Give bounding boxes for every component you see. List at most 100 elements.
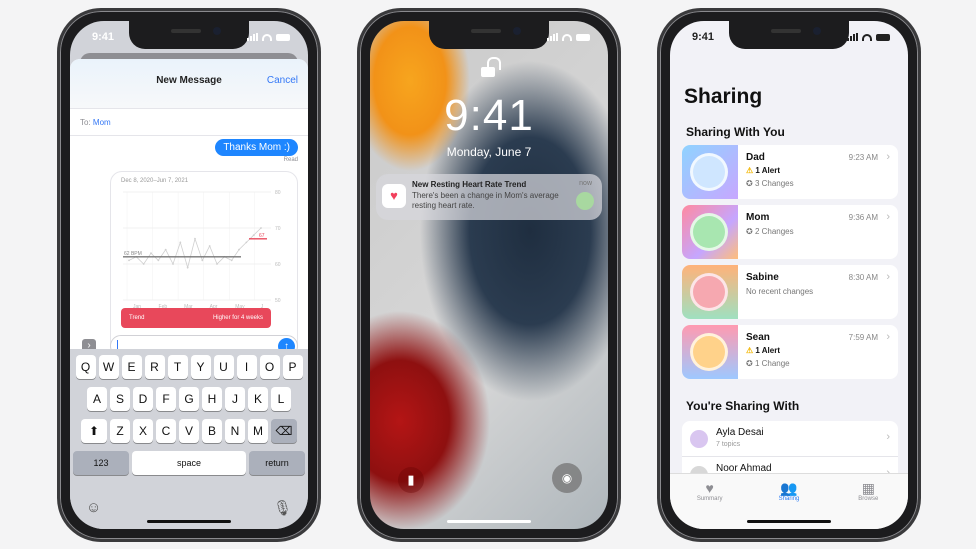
key-y[interactable]: Y	[190, 355, 211, 379]
phone-sharing: 9:41 Sharing Sharing With You Dad 9:23 A…	[657, 8, 921, 542]
space-key[interactable]: space	[132, 451, 246, 475]
microphone-icon[interactable]: 🎙	[273, 499, 292, 517]
person-row[interactable]: Dad 9:23 AM › ⚠ 1 Alert ✪ 3 Changes	[682, 145, 898, 199]
key-p[interactable]: P	[282, 355, 303, 379]
signal-icon	[247, 33, 258, 41]
data-point	[208, 245, 211, 247]
heart-rate-chart: 50607080Jan Feb Mar Apr May J62 BPM67	[123, 190, 281, 310]
key-w[interactable]: W	[98, 355, 119, 379]
key-i[interactable]: I	[236, 355, 257, 379]
status-time: 9:41	[92, 31, 115, 43]
flashlight-button[interactable]: ▮	[398, 467, 424, 493]
recipient[interactable]: Mom	[93, 118, 111, 127]
chevron-right-icon: ›	[886, 151, 890, 163]
key-g[interactable]: G	[179, 387, 199, 411]
data-point	[179, 241, 182, 244]
avatar	[576, 192, 594, 210]
data-point	[150, 252, 152, 255]
notification-time: now	[579, 180, 592, 187]
trend-label: Trend	[129, 315, 145, 321]
key-q[interactable]: Q	[75, 355, 96, 379]
person-name: Sabine	[746, 272, 779, 283]
key-h[interactable]: H	[202, 387, 222, 411]
status-icons	[847, 33, 890, 41]
changes-line: No recent changes	[746, 287, 814, 296]
person-row[interactable]: Sean 7:59 AM › ⚠ 1 Alert ✪ 1 Change	[682, 325, 898, 379]
key-u[interactable]: U	[213, 355, 234, 379]
alert-count: 1 Alert	[755, 346, 781, 355]
emoji-icon[interactable]: ☺	[86, 499, 101, 517]
signal-icon	[847, 33, 858, 41]
memoji-avatar	[690, 153, 728, 191]
key-b[interactable]: B	[202, 419, 222, 443]
delete-key[interactable]: ⌫	[271, 419, 297, 443]
chevron-right-icon: ›	[886, 211, 890, 223]
tab-summary[interactable]: ♥ Summary	[680, 480, 740, 529]
home-indicator	[147, 520, 231, 523]
return-key[interactable]: return	[249, 451, 305, 475]
person-row[interactable]: Sabine 8:30 AM › No recent changes	[682, 265, 898, 319]
tab-label: Summary	[696, 496, 723, 502]
notification-title: New Resting Heart Rate Trend	[412, 180, 527, 189]
to-field[interactable]: To: Mom	[70, 109, 308, 136]
unlocked-icon	[481, 57, 501, 77]
person-time: 9:23 AM	[848, 153, 878, 162]
cancel-button[interactable]: Cancel	[267, 75, 298, 86]
memoji-avatar	[690, 333, 728, 371]
numbers-key[interactable]: 123	[73, 451, 129, 475]
key-f[interactable]: F	[156, 387, 176, 411]
changes-line: ✪ 2 Changes	[746, 227, 794, 236]
home-indicator	[447, 520, 531, 523]
chart-date-range: Dec 8, 2020–Jun 7, 2021	[121, 178, 189, 184]
key-s[interactable]: S	[110, 387, 130, 411]
key-r[interactable]: R	[144, 355, 165, 379]
keyboard-accessory: ☺ 🎙	[86, 499, 292, 517]
message-bubble: Thanks Mom :)	[215, 139, 298, 156]
key-t[interactable]: T	[167, 355, 188, 379]
shift-key[interactable]: ⬆	[81, 419, 107, 443]
key-o[interactable]: O	[259, 355, 280, 379]
data-point	[164, 248, 167, 251]
key-n[interactable]: N	[225, 419, 245, 443]
person-name: Dad	[746, 152, 765, 163]
person-name: Sean	[746, 332, 770, 343]
key-z[interactable]: Z	[110, 419, 130, 443]
home-indicator	[747, 520, 831, 523]
key-c[interactable]: C	[156, 419, 176, 443]
key-v[interactable]: V	[179, 419, 199, 443]
y-tick-label: 70	[275, 226, 281, 232]
person-art	[682, 265, 738, 319]
signal-icon	[547, 33, 558, 41]
trend-value: Higher for 4 weeks	[212, 315, 263, 321]
key-k[interactable]: K	[248, 387, 268, 411]
y-tick-label: 60	[275, 262, 281, 268]
key-m[interactable]: M	[248, 419, 268, 443]
average-label: 62 BPM	[124, 251, 142, 257]
avatar	[690, 430, 708, 448]
section-sharing-with: You're Sharing With	[686, 399, 800, 413]
keyboard-row-2: ASDFGHJKL	[73, 387, 305, 411]
key-l[interactable]: L	[271, 387, 291, 411]
data-point	[128, 259, 130, 262]
person-time: 8:30 AM	[848, 273, 878, 282]
key-j[interactable]: J	[225, 387, 245, 411]
health-chart-card[interactable]: Dec 8, 2020–Jun 7, 2021 50 60 70 80 Jan Feb Ma…	[110, 171, 298, 357]
key-d[interactable]: D	[133, 387, 153, 411]
key-e[interactable]: E	[121, 355, 142, 379]
notch	[129, 21, 249, 49]
data-point	[238, 248, 240, 251]
battery-icon	[276, 33, 290, 41]
data-point	[252, 234, 255, 237]
list-item[interactable]: Ayla Desai 7 topics ›	[682, 421, 898, 457]
keyboard-row-4: 123 space return	[73, 451, 305, 475]
person-row[interactable]: Mom 9:36 AM › ✪ 2 Changes	[682, 205, 898, 259]
camera-button[interactable]: ◉	[552, 463, 582, 493]
changes-count: 1 Change	[754, 359, 790, 368]
changes-line: ✪ 3 Changes	[746, 179, 794, 188]
notification[interactable]: ♥ New Resting Heart Rate Trend There's b…	[376, 174, 602, 220]
tab-browse[interactable]: ▦ Browse	[838, 480, 898, 529]
key-a[interactable]: A	[87, 387, 107, 411]
lock-screen: 9:41 Monday, June 7 ♥ New Resting Heart …	[370, 21, 608, 529]
y-tick-label: 80	[275, 190, 281, 196]
key-x[interactable]: X	[133, 419, 153, 443]
